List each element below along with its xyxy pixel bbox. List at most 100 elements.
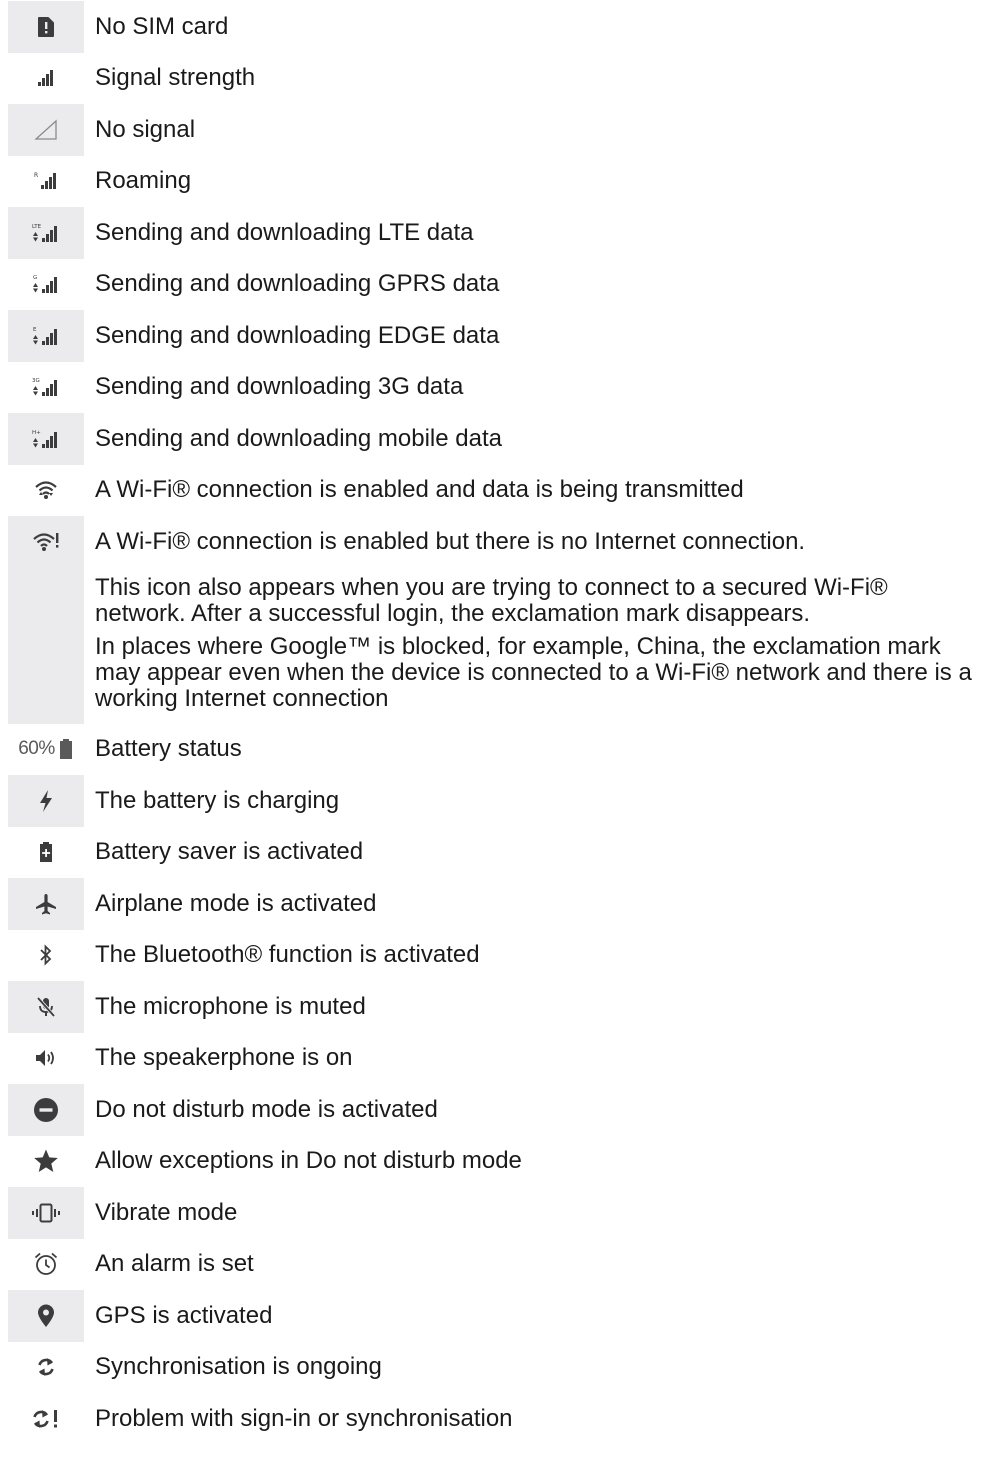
list-item: A Wi-Fi® connection is enabled but there… bbox=[8, 516, 987, 724]
icon-cell bbox=[8, 1084, 84, 1136]
lte-data-icon: LTE bbox=[8, 207, 84, 259]
description-cell: Allow exceptions in Do not disturb mode bbox=[84, 1136, 987, 1188]
no-sim-card-icon bbox=[8, 1, 84, 53]
description-paragraph: This icon also appears when you are tryi… bbox=[95, 573, 888, 627]
description-cell: Roaming bbox=[84, 156, 987, 208]
list-item: 3G Sending and downloading 3G data bbox=[8, 362, 987, 414]
description-text: Do not disturb mode is activated bbox=[95, 1095, 438, 1123]
description-text: A Wi-Fi® connection is enabled and data … bbox=[95, 476, 744, 504]
description-cell: Sending and downloading GPRS data bbox=[84, 259, 987, 311]
description-text: Allow exceptions in Do not disturb mode bbox=[95, 1147, 522, 1175]
list-item: Signal strength bbox=[8, 53, 987, 105]
list-item: An alarm is set bbox=[8, 1239, 987, 1291]
airplane-icon bbox=[8, 878, 84, 930]
list-item: G Sending and downloading GPRS data bbox=[8, 259, 987, 311]
icon-cell bbox=[8, 1033, 84, 1085]
battery-percent-label: 60% bbox=[18, 738, 55, 760]
description-cell: Battery saver is activated bbox=[84, 827, 987, 879]
list-item: The battery is charging bbox=[8, 775, 987, 827]
description-text: Problem with sign-in or synchronisation bbox=[95, 1404, 513, 1432]
description-text: Sending and downloading EDGE data bbox=[95, 321, 500, 349]
description-text: The speakerphone is on bbox=[95, 1044, 353, 1072]
description-cell: A Wi-Fi® connection is enabled and data … bbox=[84, 465, 987, 517]
description-text: Airplane mode is activated bbox=[95, 889, 377, 917]
icon-cell bbox=[8, 1136, 84, 1188]
description-text: The microphone is muted bbox=[95, 992, 366, 1020]
sync-icon bbox=[8, 1342, 84, 1394]
description-cell: No SIM card bbox=[84, 1, 987, 53]
description-text: Vibrate mode bbox=[95, 1198, 238, 1226]
description-text: Battery status bbox=[95, 735, 242, 763]
description-text: Roaming bbox=[95, 167, 192, 195]
icon-cell: G bbox=[8, 259, 84, 311]
description-cell: The microphone is muted bbox=[84, 981, 987, 1033]
description-cell: Sending and downloading 3G data bbox=[84, 362, 987, 414]
description-cell: An alarm is set bbox=[84, 1239, 987, 1291]
svg-text:R: R bbox=[34, 172, 38, 179]
list-item: H+ Sending and downloading mobile data bbox=[8, 413, 987, 465]
battery-saver-icon bbox=[8, 827, 84, 879]
svg-text:3G: 3G bbox=[32, 378, 40, 384]
icon-cell bbox=[8, 1, 84, 53]
description-cell: Airplane mode is activated bbox=[84, 878, 987, 930]
edge-data-icon: E bbox=[8, 310, 84, 362]
list-item: Vibrate mode bbox=[8, 1187, 987, 1239]
description-text: No signal bbox=[95, 115, 196, 143]
description-text: An alarm is set bbox=[95, 1250, 254, 1278]
description-cell: No signal bbox=[84, 104, 987, 156]
no-signal-icon bbox=[8, 104, 84, 156]
3g-data-icon: 3G bbox=[8, 362, 84, 414]
description-cell: The Bluetooth® function is activated bbox=[84, 930, 987, 982]
description-text: Sending and downloading LTE data bbox=[95, 218, 474, 246]
icon-cell bbox=[8, 1393, 84, 1445]
bluetooth-icon bbox=[8, 930, 84, 982]
icon-cell bbox=[8, 465, 84, 517]
list-item: R Roaming bbox=[8, 156, 987, 208]
list-item: Synchronisation is ongoing bbox=[8, 1342, 987, 1394]
list-item: No SIM card bbox=[8, 1, 987, 53]
description-cell: Sending and downloading EDGE data bbox=[84, 310, 987, 362]
svg-text:G: G bbox=[33, 275, 37, 281]
icon-cell bbox=[8, 827, 84, 879]
description-cell: The battery is charging bbox=[84, 775, 987, 827]
description-text: A Wi-Fi® connection is enabled but there… bbox=[95, 527, 806, 555]
battery-charging-icon bbox=[8, 775, 84, 827]
list-item: The microphone is muted bbox=[8, 981, 987, 1033]
description-cell: The speakerphone is on bbox=[84, 1033, 987, 1085]
svg-text:H+: H+ bbox=[32, 430, 41, 436]
icon-cell: E bbox=[8, 310, 84, 362]
description-cell: Signal strength bbox=[84, 53, 987, 105]
status-icon-list: No SIM card Signal strength No signal R Ro… bbox=[8, 1, 987, 1445]
do-not-disturb-icon bbox=[8, 1084, 84, 1136]
gprs-data-icon: G bbox=[8, 259, 84, 311]
description-cell: Sending and downloading mobile data bbox=[84, 413, 987, 465]
wifi-transmitting-icon bbox=[8, 465, 84, 517]
list-item: The Bluetooth® function is activated bbox=[8, 930, 987, 982]
list-item: E Sending and downloading EDGE data bbox=[8, 310, 987, 362]
description-cell: Do not disturb mode is activated bbox=[84, 1084, 987, 1136]
sync-problem-icon bbox=[8, 1393, 84, 1445]
description-text: The battery is charging bbox=[95, 786, 340, 814]
star-icon bbox=[8, 1136, 84, 1188]
icon-cell bbox=[8, 53, 84, 105]
svg-text:LTE: LTE bbox=[32, 224, 42, 230]
icon-cell bbox=[8, 878, 84, 930]
battery-status-icon: 60% bbox=[8, 724, 84, 776]
description-text: Battery saver is activated bbox=[95, 838, 364, 866]
icon-cell bbox=[8, 981, 84, 1033]
icon-cell: 60% bbox=[8, 724, 84, 776]
wifi-no-internet-icon bbox=[8, 516, 84, 568]
description-text: Sending and downloading mobile data bbox=[95, 424, 502, 452]
mobile-data-icon: H+ bbox=[8, 413, 84, 465]
signal-strength-icon bbox=[8, 53, 84, 105]
alarm-icon bbox=[8, 1239, 84, 1291]
description-cell: Synchronisation is ongoing bbox=[84, 1342, 987, 1394]
description-cell: Sending and downloading LTE data bbox=[84, 207, 987, 259]
speakerphone-icon bbox=[8, 1033, 84, 1085]
icon-cell bbox=[8, 516, 84, 724]
svg-text:E: E bbox=[33, 327, 37, 333]
vibrate-icon bbox=[8, 1187, 84, 1239]
icon-cell bbox=[8, 930, 84, 982]
roaming-icon: R bbox=[8, 156, 84, 208]
icon-cell bbox=[8, 775, 84, 827]
